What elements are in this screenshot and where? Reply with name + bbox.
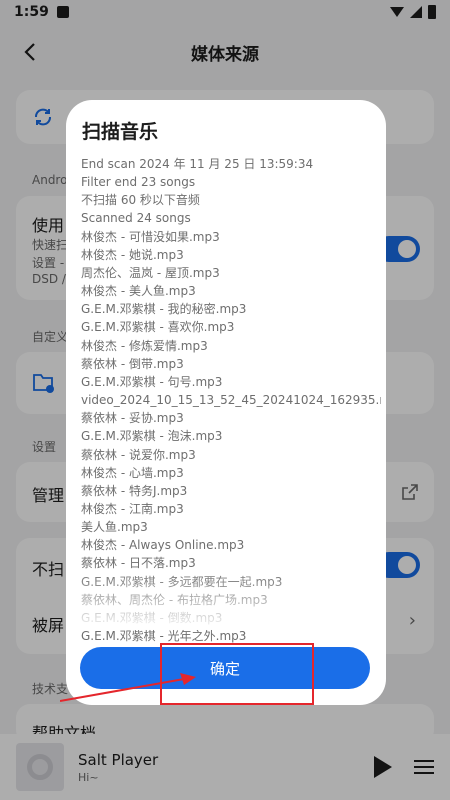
scan-log-line: 林俊杰 - 可惜没如果.mp3 <box>81 229 220 244</box>
scan-log-line: 林俊杰 - 江南.mp3 <box>81 501 184 516</box>
scan-log-line: 林俊杰 - 心墙.mp3 <box>81 465 184 480</box>
scan-log-line: End scan 2024 年 11 月 25 日 13:59:34 <box>81 157 314 171</box>
scan-log-line: 林俊杰 - 她说.mp3 <box>81 247 184 262</box>
scan-log[interactable]: End scan 2024 年 11 月 25 日 13:59:34 Filter… <box>81 155 381 682</box>
scan-log-line: 蔡依林 - 倒带.mp3 <box>81 356 184 371</box>
scan-log-line: Scanned 24 songs <box>81 211 191 226</box>
scan-log-line: 林俊杰 - 修炼爱情.mp3 <box>81 338 208 353</box>
scan-log-line: 蔡依林、周杰伦 - 布拉格广场.mp3 <box>81 592 268 607</box>
dialog-title: 扫描音乐 <box>82 121 159 143</box>
scan-log-line: 蔡依林 - 特务J.mp3 <box>81 483 188 498</box>
scan-dialog: 扫描音乐 End scan 2024 年 11 月 25 日 13:59:34 F… <box>66 100 386 705</box>
scan-log-line: 蔡依林 - 日不落.mp3 <box>81 556 196 571</box>
scan-log-line: G.E.M.邓紫棋 - 多远都要在一起.mp3 <box>81 574 283 589</box>
scan-log-line: G.E.M.邓紫棋 - 泡沫.mp3 <box>81 429 223 444</box>
scan-log-line: G.E.M.邓紫棋 - 倒数.mp3 <box>81 610 223 625</box>
scan-log-line: 林俊杰 - 美人鱼.mp3 <box>81 284 196 299</box>
scan-log-line: 周杰伦、温岚 - 屋顶.mp3 <box>81 265 220 280</box>
scan-log-line: G.E.M.邓紫棋 - 句号.mp3 <box>81 374 223 389</box>
scan-log-line: video_2024_10_15_13_52_45_20241024_16293… <box>81 393 381 408</box>
scan-log-line: 蔡依林 - 妥协.mp3 <box>81 411 184 426</box>
scan-log-line: 不扫描 60 秒以下音频 <box>81 193 200 208</box>
scan-log-line: 林俊杰 - Always Online.mp3 <box>81 538 245 553</box>
annotation-arrow-icon <box>60 673 196 702</box>
scan-log-line: G.E.M.邓紫棋 - 我的秘密.mp3 <box>81 302 247 317</box>
scan-log-line: Filter end 23 songs <box>81 175 196 190</box>
scan-log-line: G.E.M.邓紫棋 - 喜欢你.mp3 <box>81 320 235 335</box>
scan-log-line: 蔡依林 - 说爱你.mp3 <box>81 447 196 462</box>
scan-log-line: 美人鱼.mp3 <box>81 520 148 535</box>
